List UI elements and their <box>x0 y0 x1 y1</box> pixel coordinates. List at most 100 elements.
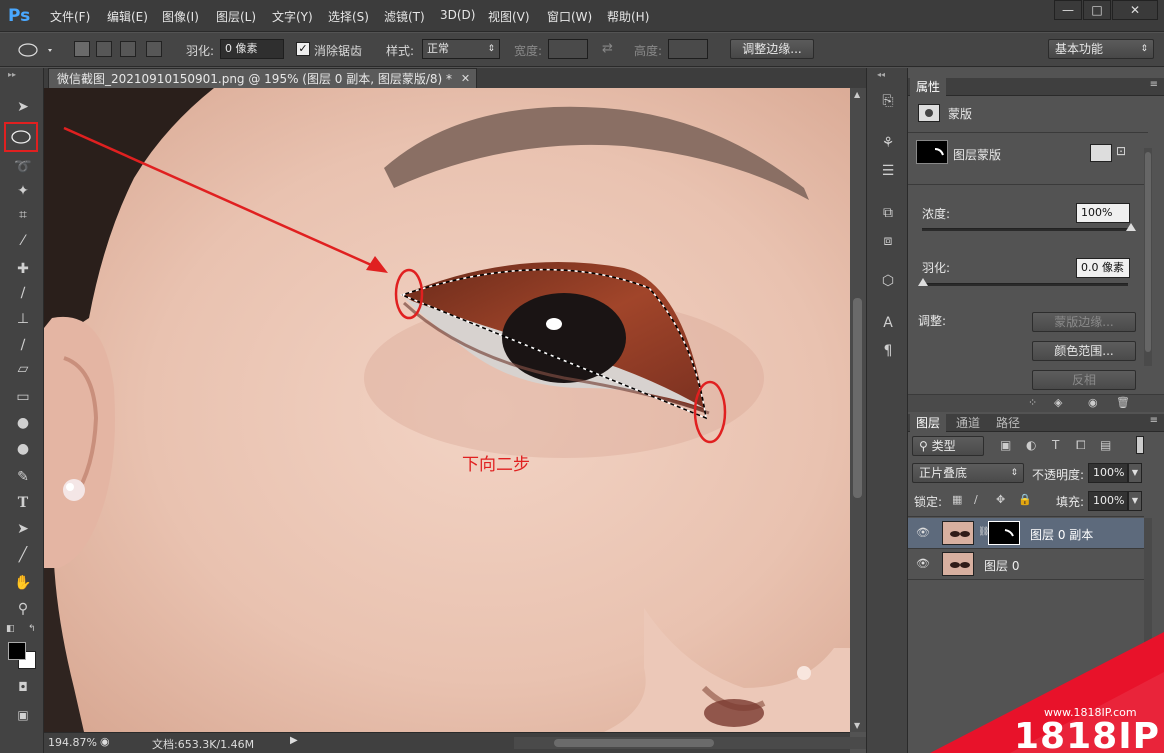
layer-filter-select[interactable]: ⚲ 类型 <box>912 436 984 456</box>
menu-layer[interactable]: 图层(L) <box>216 8 256 25</box>
delete-mask-icon[interactable]: 🗑 <box>1116 396 1130 409</box>
tab-paths[interactable]: 路径 <box>990 414 1026 432</box>
workspace-select[interactable]: 基本功能 ⇕ <box>1048 39 1154 59</box>
default-colors-icon[interactable]: ◧ <box>6 624 15 634</box>
clone-stamp-tool-icon[interactable]: ⊥ <box>10 308 36 330</box>
document-tab[interactable]: 微信截图_20210910150901.png @ 195% (图层 0 副本,… <box>48 68 478 89</box>
load-selection-icon[interactable]: ⁘ <box>1028 396 1037 409</box>
elliptical-marquee-tool-icon[interactable] <box>4 122 38 152</box>
3d-icon[interactable]: ⬡ <box>877 270 899 292</box>
filter-pixel-icon[interactable]: ▣ <box>1000 438 1011 452</box>
tab-layers[interactable]: 图层 <box>910 414 947 432</box>
close-tab-icon[interactable]: ✕ <box>461 69 470 89</box>
refine-edge-button[interactable]: 调整边缘... <box>730 39 814 59</box>
clone-source-icon[interactable]: ⧉ <box>877 202 899 224</box>
eyedropper-tool-icon[interactable]: ⁄ <box>10 230 36 252</box>
feather-slider[interactable] <box>922 283 1128 286</box>
panel-collapse-icon[interactable]: ▸▸ <box>8 70 16 79</box>
horizontal-scroll-thumb[interactable] <box>554 739 714 747</box>
mask-feather-input[interactable]: 0.0 像素 <box>1076 258 1130 278</box>
menu-select[interactable]: 选择(S) <box>328 8 369 25</box>
menu-window[interactable]: 窗口(W) <box>547 8 592 25</box>
menu-help[interactable]: 帮助(H) <box>607 8 649 25</box>
crop-tool-icon[interactable]: ⌗ <box>10 204 36 226</box>
eye-icon[interactable]: 👁 <box>916 557 930 570</box>
color-range-button[interactable]: 颜色范围... <box>1032 341 1136 361</box>
height-input[interactable] <box>668 39 708 59</box>
swap-colors-icon[interactable]: ↰ <box>28 624 36 634</box>
horizontal-scrollbar[interactable] <box>514 737 878 749</box>
blur-tool-icon[interactable]: ● <box>10 412 36 434</box>
menu-image[interactable]: 图像(I) <box>162 8 199 25</box>
layer-name[interactable]: 图层 0 副本 <box>1030 526 1093 543</box>
zoom-tool-icon[interactable]: ⚲ <box>10 598 36 620</box>
path-selection-tool-icon[interactable]: ➤ <box>10 518 36 540</box>
brush-presets-icon[interactable]: ⚘ <box>877 132 899 154</box>
eraser-tool-icon[interactable]: ▱ <box>10 358 36 380</box>
adjustments-icon[interactable]: ☰ <box>877 160 899 182</box>
styles-icon[interactable]: ⧈ <box>877 230 899 252</box>
magic-wand-tool-icon[interactable]: ✦ <box>10 180 36 202</box>
mask-thumbnail[interactable] <box>916 140 948 164</box>
tab-properties[interactable]: 属性 <box>910 78 947 96</box>
menu-file[interactable]: 文件(F) <box>50 8 90 25</box>
type-tool-icon[interactable]: T <box>10 492 36 514</box>
lock-transparent-icon[interactable]: ▦ <box>952 493 962 506</box>
document-canvas[interactable]: 下向二步 <box>44 88 850 732</box>
scroll-up-icon[interactable]: ▲ <box>854 90 860 99</box>
scroll-down-icon[interactable]: ▼ <box>854 721 860 730</box>
lock-all-icon[interactable]: 🔒 <box>1018 493 1032 506</box>
width-input[interactable] <box>548 39 588 59</box>
screen-mode-icon[interactable]: ▣ <box>10 704 36 726</box>
layers-menu-icon[interactable]: ≡ <box>1150 415 1158 426</box>
layer-name[interactable]: 图层 0 <box>984 557 1019 574</box>
tool-preset-picker[interactable] <box>8 39 58 61</box>
foreground-color-swatch[interactable] <box>8 642 26 660</box>
move-tool-icon[interactable]: ➤ <box>10 96 36 118</box>
share-icon[interactable]: ◉ <box>100 735 110 748</box>
opacity-input[interactable]: 100% <box>1088 463 1128 483</box>
gradient-tool-icon[interactable]: ▭ <box>10 386 36 408</box>
mask-edge-button[interactable]: 蒙版边缘... <box>1032 312 1136 332</box>
new-selection-icon[interactable] <box>74 41 90 57</box>
minimize-button[interactable]: — <box>1054 0 1082 20</box>
filter-toggle[interactable] <box>1136 436 1144 454</box>
lock-pixels-icon[interactable]: ∕ <box>974 493 978 506</box>
maximize-button[interactable]: □ <box>1083 0 1111 20</box>
menu-edit[interactable]: 编辑(E) <box>107 8 148 25</box>
lasso-tool-icon[interactable]: ➰ <box>10 156 36 178</box>
dock-collapse-icon[interactable]: ◂◂ <box>877 70 885 79</box>
paragraph-panel-icon[interactable]: ¶ <box>877 340 899 362</box>
filter-shape-icon[interactable]: ⧠ <box>1076 438 1086 453</box>
visibility-icon[interactable]: ◉ <box>1088 396 1098 409</box>
lock-position-icon[interactable]: ✥ <box>996 493 1005 506</box>
density-input[interactable]: 100% <box>1076 203 1130 223</box>
antialias-checkbox[interactable]: ✓ <box>296 42 310 56</box>
menu-filter[interactable]: 滤镜(T) <box>384 8 425 25</box>
history-panel-icon[interactable]: ⎘ <box>877 90 899 112</box>
menu-type[interactable]: 文字(Y) <box>272 8 313 25</box>
swap-icon[interactable]: ⇄ <box>602 41 613 56</box>
style-select[interactable]: 正常 ⇕ <box>422 39 500 59</box>
apply-mask-icon[interactable]: ◈ <box>1054 396 1062 409</box>
quick-mask-icon[interactable]: ◘ <box>10 676 36 698</box>
layer-row[interactable]: 👁 图层 0 <box>908 549 1144 580</box>
brush-tool-icon[interactable]: ∕ <box>10 282 36 304</box>
subtract-selection-icon[interactable] <box>120 41 136 57</box>
tab-channels[interactable]: 通道 <box>950 414 986 432</box>
filter-smart-icon[interactable]: ▤ <box>1100 438 1111 452</box>
zoom-level[interactable]: 194.87% <box>48 736 97 749</box>
properties-scrollbar[interactable] <box>1144 148 1152 366</box>
menu-view[interactable]: 视图(V) <box>488 8 530 25</box>
opacity-dropdown-icon[interactable]: ▼ <box>1128 463 1142 483</box>
close-button[interactable]: ✕ <box>1112 0 1158 20</box>
healing-brush-tool-icon[interactable]: ✚ <box>10 258 36 280</box>
feather-slider-handle[interactable] <box>918 278 928 286</box>
filter-type-icon[interactable]: T <box>1052 438 1059 452</box>
mask-thumbnail-small[interactable] <box>988 521 1020 545</box>
filter-adjust-icon[interactable]: ◐ <box>1026 438 1036 452</box>
vector-mask-icon[interactable]: ⊡ <box>1116 144 1134 162</box>
add-selection-icon[interactable] <box>96 41 112 57</box>
dodge-tool-icon[interactable]: ● <box>10 438 36 460</box>
fill-input[interactable]: 100% <box>1088 491 1128 511</box>
